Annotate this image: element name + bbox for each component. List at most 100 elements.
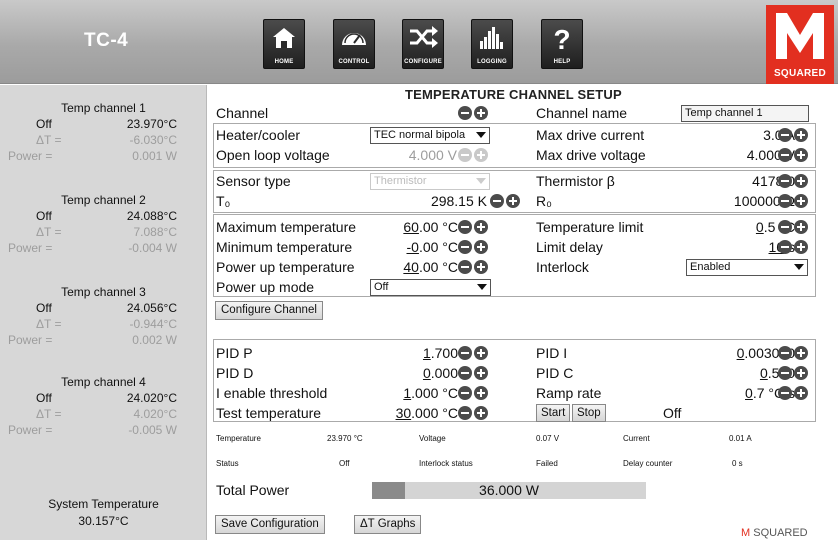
sensor-type-dropdown[interactable]: Thermistor bbox=[370, 173, 490, 190]
max-temp-increment-button[interactable] bbox=[474, 220, 488, 234]
pid-i-stepper bbox=[778, 346, 809, 360]
r0-decrement-button[interactable] bbox=[778, 194, 792, 208]
max-temp-integer[interactable]: 60 bbox=[403, 219, 419, 235]
stop-button[interactable]: Stop bbox=[572, 404, 606, 422]
channel-name-field[interactable]: Temp channel 1 bbox=[681, 105, 809, 122]
min-temp-increment-button[interactable] bbox=[474, 240, 488, 254]
pid-d-fraction[interactable]: .000 bbox=[431, 365, 458, 381]
delta-label: ΔT = bbox=[36, 317, 62, 331]
pid-c-decrement-button[interactable] bbox=[778, 366, 792, 380]
i-enable-fraction[interactable]: .000 °C bbox=[411, 385, 458, 401]
start-button[interactable]: Start bbox=[536, 404, 571, 422]
i-enable-integer[interactable]: 1 bbox=[403, 385, 411, 401]
i-enable-increment-button[interactable] bbox=[474, 386, 488, 400]
pid-d-integer[interactable]: 0 bbox=[423, 365, 431, 381]
pid-i-label: PID I bbox=[536, 345, 568, 361]
configure-channel-button[interactable]: Configure Channel bbox=[215, 301, 323, 320]
pid-d-value: 0.000 bbox=[423, 363, 458, 383]
logging-button[interactable]: LOGGING bbox=[471, 19, 513, 69]
test-temp-fraction[interactable]: .000 °C bbox=[411, 405, 458, 421]
beta-increment-button[interactable] bbox=[794, 174, 808, 188]
ramp-rate-integer[interactable]: 0 bbox=[745, 385, 753, 401]
channel-temp: 24.088°C bbox=[126, 209, 177, 223]
chevron-down-icon bbox=[476, 178, 486, 184]
interlock-dropdown[interactable]: Enabled bbox=[686, 259, 808, 276]
pid-d-decrement-button[interactable] bbox=[458, 366, 472, 380]
help-button[interactable]: ? HELP bbox=[541, 19, 583, 69]
ramp-rate-decrement-button[interactable] bbox=[778, 386, 792, 400]
max-voltage-decrement-button[interactable] bbox=[778, 148, 792, 162]
power-up-temp-increment-button[interactable] bbox=[474, 260, 488, 274]
power-value: -0.004 W bbox=[128, 241, 177, 255]
pid-c-increment-button[interactable] bbox=[794, 366, 808, 380]
pid-c-integer[interactable]: 0 bbox=[760, 365, 768, 381]
channel-summary-2[interactable]: Temp channel 2 Off 24.088°C ΔT = 7.088°C P… bbox=[0, 193, 207, 257]
control-button[interactable]: CONTROL bbox=[333, 19, 375, 69]
delta-value: -0.944°C bbox=[129, 317, 178, 331]
channel-summary-3[interactable]: Temp channel 3 Off 24.056°C ΔT = -0.944°C … bbox=[0, 285, 207, 349]
pid-p-increment-button[interactable] bbox=[474, 346, 488, 360]
power-up-temp-integer[interactable]: 40 bbox=[403, 259, 419, 275]
max-temp-decrement-button[interactable] bbox=[458, 220, 472, 234]
ramp-rate-increment-button[interactable] bbox=[794, 386, 808, 400]
power-up-temp-fraction[interactable]: .00 °C bbox=[419, 259, 458, 275]
i-enable-decrement-button[interactable] bbox=[458, 386, 472, 400]
pid-i-decrement-button[interactable] bbox=[778, 346, 792, 360]
open-loop-increment-button[interactable] bbox=[474, 148, 488, 162]
heater-dropdown[interactable]: TEC normal bipola bbox=[370, 127, 490, 144]
save-configuration-button[interactable]: Save Configuration bbox=[215, 515, 325, 534]
pid-p-fraction[interactable]: .700 bbox=[431, 345, 458, 361]
limit-delay-decrement-button[interactable] bbox=[778, 240, 792, 254]
channel-decrement-button[interactable] bbox=[458, 106, 472, 120]
limit-delay-increment-button[interactable] bbox=[794, 240, 808, 254]
open-loop-label: Open loop voltage bbox=[216, 147, 330, 163]
max-current-increment-button[interactable] bbox=[794, 128, 808, 142]
power-up-mode-dropdown[interactable]: Off bbox=[370, 279, 491, 296]
header-bar: TC-4 HOME CONTROL CONFIGURE LOGGING ? HE… bbox=[0, 0, 838, 84]
current-value: 0.01 A bbox=[729, 434, 752, 443]
min-temp-decrement-button[interactable] bbox=[458, 240, 472, 254]
channel-temp: 24.020°C bbox=[126, 391, 177, 405]
channel-increment-button[interactable] bbox=[474, 106, 488, 120]
open-loop-decrement-button[interactable] bbox=[458, 148, 472, 162]
pid-d-increment-button[interactable] bbox=[474, 366, 488, 380]
chevron-down-icon bbox=[794, 264, 804, 270]
t0-decrement-button[interactable] bbox=[490, 194, 504, 208]
min-temp-fraction[interactable]: .00 °C bbox=[419, 239, 458, 255]
channel-state: Off bbox=[36, 391, 52, 405]
max-voltage-increment-button[interactable] bbox=[794, 148, 808, 162]
max-current-decrement-button[interactable] bbox=[778, 128, 792, 142]
pid-p-value: 1.700 bbox=[423, 343, 458, 363]
channel-summary-1[interactable]: Temp channel 1 Off 23.970°C ΔT = -6.030°C … bbox=[0, 101, 207, 165]
min-temp-integer[interactable]: -0 bbox=[406, 239, 418, 255]
pid-i-increment-button[interactable] bbox=[794, 346, 808, 360]
temp-limit-increment-button[interactable] bbox=[794, 220, 808, 234]
beta-decrement-button[interactable] bbox=[778, 174, 792, 188]
power-up-temp-value: 40.00 °C bbox=[403, 257, 458, 277]
test-temp-decrement-button[interactable] bbox=[458, 406, 472, 420]
t0-increment-button[interactable] bbox=[506, 194, 520, 208]
dt-graphs-button[interactable]: ΔT Graphs bbox=[354, 515, 422, 534]
r0-increment-button[interactable] bbox=[794, 194, 808, 208]
thermistor-beta-label: Thermistor β bbox=[536, 173, 615, 189]
temp-limit-integer[interactable]: 0 bbox=[756, 219, 764, 235]
test-temp-value: 30.000 °C bbox=[396, 403, 458, 423]
max-temp-label: Maximum temperature bbox=[216, 219, 357, 235]
channel-summary-4[interactable]: Temp channel 4 Off 24.020°C ΔT = 4.020°C P… bbox=[0, 375, 207, 439]
power-up-temp-decrement-button[interactable] bbox=[458, 260, 472, 274]
temp-limit-decrement-button[interactable] bbox=[778, 220, 792, 234]
configure-button[interactable]: CONFIGURE bbox=[402, 19, 444, 69]
delta-label: ΔT = bbox=[36, 133, 62, 147]
home-button[interactable]: HOME bbox=[263, 19, 305, 69]
brand-mark: M bbox=[741, 527, 751, 539]
test-temp-increment-button[interactable] bbox=[474, 406, 488, 420]
logging-label: LOGGING bbox=[477, 59, 507, 65]
pid-p-integer[interactable]: 1 bbox=[423, 345, 431, 361]
interlock-label: Interlock bbox=[536, 259, 589, 275]
delta-value: 7.088°C bbox=[133, 225, 178, 239]
pid-p-decrement-button[interactable] bbox=[458, 346, 472, 360]
voltage-value: 0.07 V bbox=[536, 434, 560, 443]
pid-p-label: PID P bbox=[216, 345, 253, 361]
test-temp-integer[interactable]: 30 bbox=[396, 405, 412, 421]
max-temp-fraction[interactable]: .00 °C bbox=[419, 219, 458, 235]
